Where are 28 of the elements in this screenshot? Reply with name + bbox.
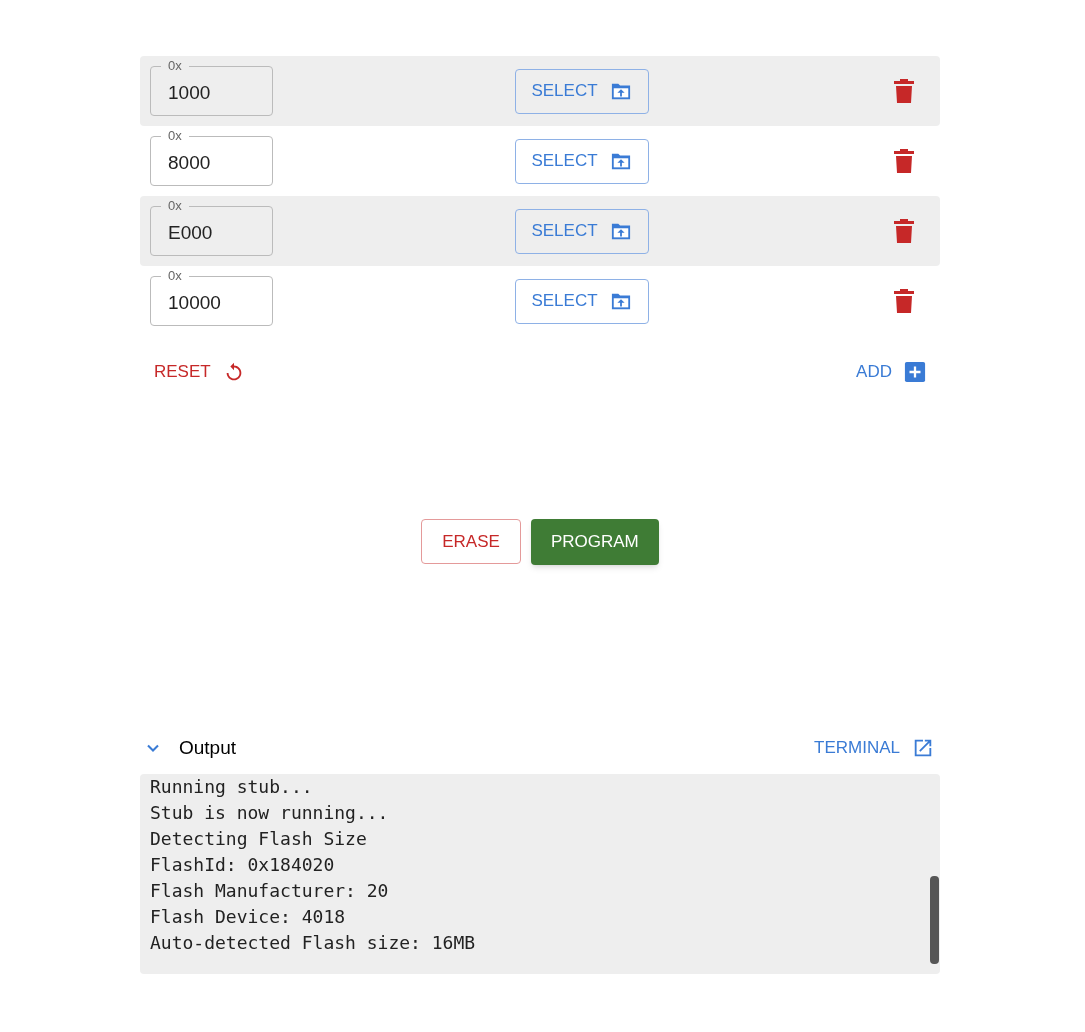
trash-icon (894, 79, 914, 103)
log-line: Stub is now running... (150, 801, 390, 825)
reset-button[interactable]: RESET (146, 355, 253, 389)
plus-icon (904, 361, 926, 383)
log-line: Running stub... (150, 775, 314, 799)
folder-upload-icon (609, 81, 632, 101)
terminal-button[interactable]: TERMINAL (814, 735, 940, 761)
log-line: Auto-detected Flash size: 16MB (150, 931, 477, 955)
trash-icon (894, 149, 914, 173)
select-button[interactable]: SELECT (514, 138, 649, 184)
output-toggle[interactable]: Output (140, 733, 237, 763)
log-line: FlashId: 0x184020 (150, 853, 336, 877)
program-button[interactable]: PROGRAM (530, 519, 659, 565)
erase-button[interactable]: ERASE (421, 519, 521, 564)
select-button[interactable]: SELECT (514, 278, 649, 324)
add-button[interactable]: ADD (848, 355, 934, 389)
folder-upload-icon (609, 151, 632, 171)
trash-icon (894, 219, 914, 243)
trash-icon (894, 289, 914, 313)
external-link-icon (912, 737, 934, 759)
log-line: Flash Device: 4018 (150, 905, 347, 929)
log-line: Flash Manufacturer: 20 (150, 879, 390, 903)
select-button[interactable]: SELECT (514, 208, 649, 254)
folder-upload-icon (609, 291, 632, 311)
select-button[interactable]: SELECT (514, 68, 649, 114)
folder-upload-icon (609, 221, 632, 241)
log-line: Detecting Flash Size (150, 827, 368, 851)
scrollbar-thumb[interactable] (930, 876, 939, 964)
